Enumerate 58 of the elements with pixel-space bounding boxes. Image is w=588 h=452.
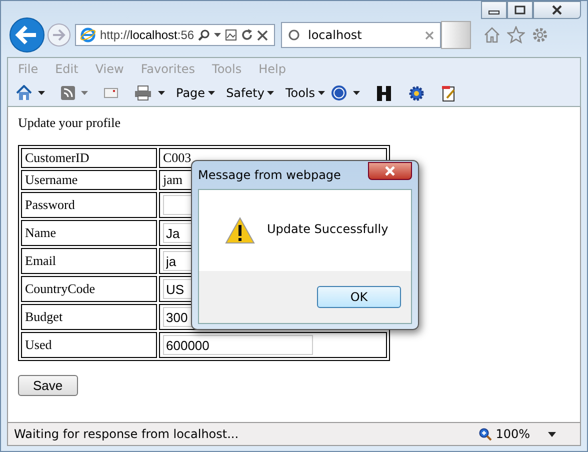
- maximize-button[interactable]: [507, 1, 533, 19]
- h-block-icon[interactable]: [376, 84, 392, 102]
- dropdown-caret-icon[interactable]: [548, 432, 556, 436]
- refresh-icon[interactable]: [241, 29, 254, 41]
- field-label: Email: [21, 248, 157, 274]
- stop-icon[interactable]: [257, 30, 268, 40]
- dialog-title: Message from webpage: [198, 168, 341, 182]
- printer-icon[interactable]: [134, 85, 152, 101]
- status-text: Waiting for response from localhost...: [14, 427, 240, 441]
- close-tab-icon[interactable]: [425, 30, 434, 40]
- url-text: http://localhost:56: [100, 27, 194, 43]
- document-edit-icon[interactable]: [441, 84, 458, 102]
- caret-icon: [208, 91, 216, 95]
- home-icon[interactable]: [16, 85, 32, 101]
- field-label: Budget: [21, 304, 157, 330]
- dropdown-caret-icon[interactable]: [158, 91, 165, 95]
- feed-icon[interactable]: [61, 86, 75, 100]
- warning-icon: [225, 217, 255, 244]
- field-label: Used: [21, 332, 157, 358]
- close-icon: [551, 5, 563, 15]
- dropdown-caret-icon[interactable]: [353, 91, 360, 95]
- mail-icon[interactable]: [104, 88, 118, 98]
- ie-logo-icon: [80, 27, 96, 43]
- input-field[interactable]: 600000: [163, 335, 313, 355]
- command-menu[interactable]: Safety: [226, 86, 274, 100]
- maximize-icon: [514, 5, 526, 15]
- close-icon: [384, 166, 396, 176]
- field-label: CustomerID: [21, 148, 157, 168]
- zoom-level[interactable]: 100%: [496, 427, 530, 441]
- help-icon[interactable]: [331, 85, 348, 101]
- settings-icon[interactable]: [531, 26, 549, 44]
- save-button[interactable]: Save: [18, 375, 78, 396]
- browser-tab[interactable]: localhost: [281, 22, 441, 48]
- command-menu[interactable]: Tools: [285, 86, 326, 100]
- field-label: Name: [21, 220, 157, 246]
- zoom-icon[interactable]: [478, 428, 492, 440]
- search-icon[interactable]: [198, 29, 210, 41]
- close-button[interactable]: [368, 162, 412, 180]
- field-label: Username: [21, 170, 157, 190]
- page-heading: Update your profile: [18, 115, 122, 131]
- loading-icon: [288, 29, 300, 41]
- dialog-message: Update Successfully: [267, 222, 388, 236]
- command-menu[interactable]: Page: [176, 86, 216, 100]
- gear-icon[interactable]: [408, 84, 426, 102]
- field-label: Password: [21, 192, 157, 218]
- dropdown-caret-icon[interactable]: [214, 33, 222, 37]
- dropdown-caret-icon[interactable]: [38, 91, 45, 95]
- compatibility-icon[interactable]: [225, 29, 238, 41]
- caret-icon: [267, 91, 274, 95]
- back-button[interactable]: [9, 17, 45, 53]
- home-icon[interactable]: [483, 26, 501, 44]
- close-button[interactable]: [533, 1, 581, 19]
- minimize-button[interactable]: [481, 1, 507, 19]
- star-icon[interactable]: [507, 26, 525, 44]
- ok-button[interactable]: OK: [317, 286, 401, 308]
- address-bar[interactable]: http://localhost:56: [75, 24, 275, 46]
- caret-icon: [318, 91, 326, 95]
- field-label: CountryCode: [21, 276, 157, 302]
